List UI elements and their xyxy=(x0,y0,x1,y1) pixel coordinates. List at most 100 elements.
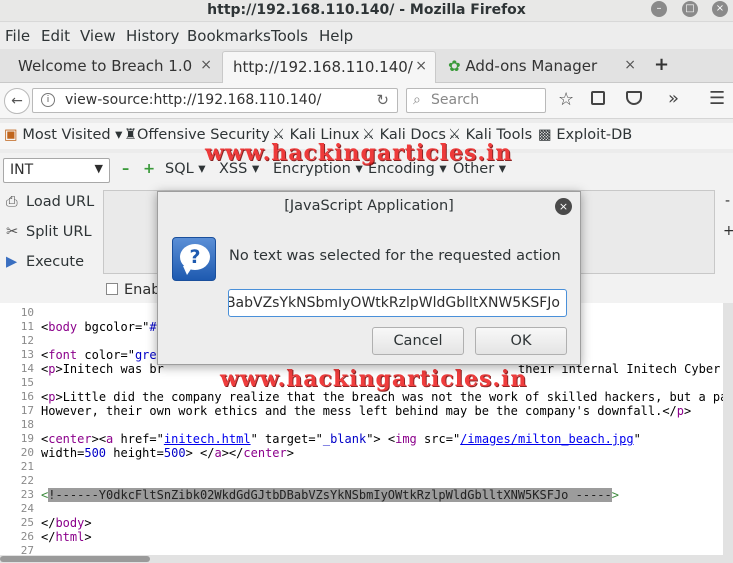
bookmark-star-icon[interactable]: ☆ xyxy=(558,89,574,110)
window-title: http://192.168.110.140/ - Mozilla Firefo… xyxy=(207,2,526,18)
menu-tools[interactable]: Tools xyxy=(271,27,308,45)
scroll-thumb[interactable] xyxy=(0,556,150,562)
search-input[interactable]: ⌕ Search xyxy=(406,88,546,113)
line-number: 19 xyxy=(20,432,34,445)
tab-label: Welcome to Breach 1.0 xyxy=(18,57,193,75)
vertical-scrollbar[interactable] xyxy=(723,303,733,555)
minimize-icon[interactable]: – xyxy=(651,1,667,17)
tab-label: Add-ons Manager xyxy=(465,57,598,75)
line-number: 17 xyxy=(20,404,34,417)
javascript-dialog: [JavaScript Application] × ? No text was… xyxy=(157,191,581,365)
decrease-icon[interactable]: – xyxy=(122,161,129,177)
sql-menu[interactable]: SQL ▾ xyxy=(165,161,206,177)
new-tab-icon[interactable]: + xyxy=(654,54,669,75)
window-titlebar: http://192.168.110.140/ - Mozilla Firefo… xyxy=(0,0,733,22)
back-icon[interactable]: ← xyxy=(4,88,30,114)
tab-addons[interactable]: ✿ Add-ons Manager × xyxy=(438,51,644,82)
exploitdb-icon: ▩ xyxy=(538,127,552,143)
close-icon[interactable]: × xyxy=(555,198,572,215)
watermark-top: www.hackingarticles.in xyxy=(205,140,513,166)
execute-button[interactable]: ▶ Execute xyxy=(6,254,84,270)
line-code: <p>Initech was br xyxy=(41,362,164,376)
hamburger-menu-icon[interactable]: ☰ xyxy=(709,88,725,109)
type-select[interactable]: INT ▼ xyxy=(3,158,110,183)
menu-history[interactable]: History xyxy=(126,27,179,45)
line-number: 18 xyxy=(20,418,34,431)
line-code: width=500 height=500> </a></center> xyxy=(41,446,294,460)
cancel-button[interactable]: Cancel xyxy=(372,327,464,355)
dialog-title: [JavaScript Application] xyxy=(284,198,454,214)
close-tab-icon[interactable]: × xyxy=(200,57,212,73)
navigation-bar: ← i view-source:http://192.168.110.140/ … xyxy=(0,83,733,119)
line-code: <center><a href="initech.html" target="_… xyxy=(41,432,641,446)
line-number: 21 xyxy=(20,460,34,473)
enable-checkbox[interactable]: Enabl xyxy=(106,282,164,298)
maximize-icon[interactable]: □ xyxy=(682,1,698,17)
menu-bookmarks[interactable]: Bookmarks xyxy=(187,27,271,45)
reading-list-icon[interactable] xyxy=(591,91,605,105)
collapse-icon[interactable]: - xyxy=(725,193,730,209)
menu-bar: File Edit View History Bookmarks Tools H… xyxy=(0,23,733,49)
line-number: 15 xyxy=(20,376,34,389)
line-number: 10 xyxy=(20,306,34,319)
line-number: 26 xyxy=(20,530,34,543)
tab-bar: Welcome to Breach 1.0 × http://192.168.1… xyxy=(0,49,733,83)
checkbox-box[interactable] xyxy=(106,283,118,295)
play-icon: ▶ xyxy=(6,254,18,270)
line-code: </body> xyxy=(41,516,92,530)
offsec-icon: ♜ xyxy=(124,127,137,143)
folder-icon: ▣ xyxy=(4,127,18,143)
url-text: view-source:http://192.168.110.140/ xyxy=(65,92,322,108)
line-number: 23 xyxy=(20,488,34,501)
expand-icon[interactable]: + xyxy=(723,223,733,239)
line-number: 13 xyxy=(20,348,34,361)
close-tab-icon[interactable]: × xyxy=(415,58,427,74)
line-number: 27 xyxy=(20,544,34,555)
bookmark-exploit-db[interactable]: ▩ Exploit-DB xyxy=(538,127,632,143)
bookmark-most-visited[interactable]: ▣ Most Visited ▾ xyxy=(4,127,122,143)
question-icon: ? xyxy=(172,237,216,281)
chevron-down-icon: ▼ xyxy=(94,162,103,175)
line-number: 14 xyxy=(20,362,34,375)
line-number: 25 xyxy=(20,516,34,529)
search-placeholder: Search xyxy=(431,92,480,108)
line-code: However, their own work ethics and the m… xyxy=(41,404,692,418)
tab-welcome[interactable]: Welcome to Breach 1.0 × xyxy=(8,51,220,82)
tab-view-source[interactable]: http://192.168.110.140/ × xyxy=(222,51,436,83)
reload-icon[interactable]: ↻ xyxy=(376,91,389,109)
increase-icon[interactable]: + xyxy=(143,161,155,177)
line-number: 11 xyxy=(20,320,34,333)
line-number: 16 xyxy=(20,390,34,403)
close-tab-icon[interactable]: × xyxy=(624,57,636,73)
horizontal-scrollbar[interactable] xyxy=(0,555,733,563)
line-number: 20 xyxy=(20,446,34,459)
menu-help[interactable]: Help xyxy=(319,27,353,45)
dialog-input[interactable]: Y0dkcFltSnZibk02WkdGdGJtbDBabVZsYkNSbmIy… xyxy=(228,289,567,317)
search-icon: ⌕ xyxy=(413,92,421,108)
line-code: <body bgcolor="#0 xyxy=(41,320,164,334)
line-code: </html> xyxy=(41,530,92,544)
line-number: 24 xyxy=(20,502,34,515)
puzzle-icon: ✿ xyxy=(448,57,461,75)
line-number: 12 xyxy=(20,334,34,347)
load-icon: ⎙ xyxy=(6,194,18,210)
close-window-icon[interactable]: × xyxy=(712,1,728,17)
split-url-button[interactable]: ✂ Split URL xyxy=(6,224,92,240)
line-number: 22 xyxy=(20,474,34,487)
dialog-message: No text was selected for the requested a… xyxy=(229,248,561,264)
line-code: <!------Y0dkcFltSnZibk02WkdGdGJtbDBabVZs… xyxy=(41,488,619,502)
menu-edit[interactable]: Edit xyxy=(41,27,70,45)
menu-file[interactable]: File xyxy=(5,27,30,45)
load-url-button[interactable]: ⎙ Load URL xyxy=(6,194,94,210)
scissors-icon: ✂ xyxy=(6,224,19,240)
url-bar[interactable]: i view-source:http://192.168.110.140/ ↻ xyxy=(32,88,398,113)
overflow-icon[interactable]: » xyxy=(668,88,679,109)
info-icon[interactable]: i xyxy=(41,93,55,107)
ok-button[interactable]: OK xyxy=(475,327,567,355)
line-code: <font color="gre xyxy=(41,348,157,362)
watermark-bottom: www.hackingarticles.in xyxy=(220,366,528,392)
pocket-icon[interactable] xyxy=(626,91,642,105)
menu-view[interactable]: View xyxy=(80,27,116,45)
tab-label: http://192.168.110.140/ xyxy=(233,58,413,76)
line-code: <p>Little did the company realize that t… xyxy=(41,390,723,404)
